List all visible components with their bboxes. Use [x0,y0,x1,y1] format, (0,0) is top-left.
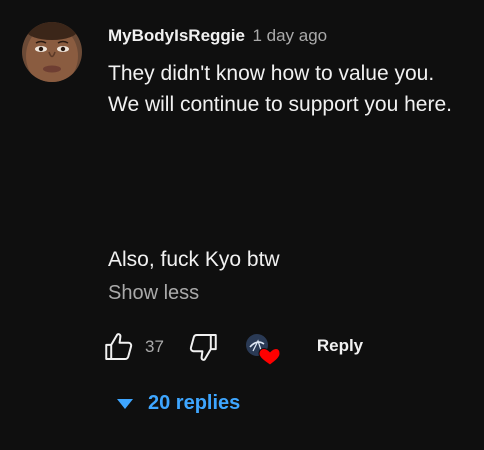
comment-timestamp[interactable]: 1 day ago [252,26,327,45]
like-button[interactable] [102,330,136,364]
reply-button[interactable]: Reply [306,328,374,364]
thumb-up-icon [105,333,133,361]
comment-author[interactable]: MyBodyIsReggie [108,26,245,45]
creator-heart-badge[interactable] [244,332,281,368]
avatar-face-image [22,22,82,82]
view-replies-button[interactable]: 20 replies [106,384,250,422]
comment-text-line: Also, fuck Kyo btw [108,248,280,271]
like-count: 37 [145,337,164,356]
replies-count-label: 20 replies [148,392,241,414]
comment-text-line: They didn't know how to value you. [108,62,435,85]
creator-heart-icon [246,334,281,366]
caret-down-icon [116,385,134,423]
dislike-button[interactable] [186,330,220,364]
comment-text-line: We will continue to support you here. [108,93,452,116]
avatar[interactable] [22,22,82,82]
show-less-button[interactable]: Show less [108,282,199,305]
comment-header: MyBodyIsReggie 1 day ago [108,26,327,47]
thumb-down-icon [189,333,217,361]
